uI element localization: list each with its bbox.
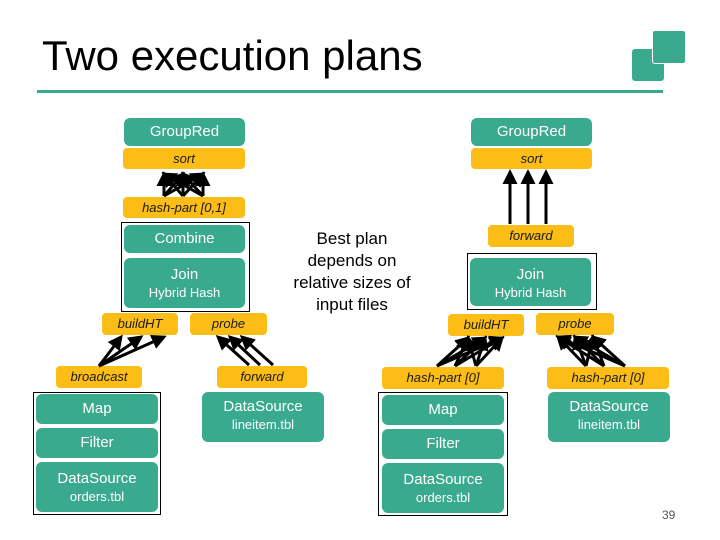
left-map-node: Map	[36, 394, 158, 424]
left-datasource-lineitem-label: DataSource	[223, 398, 303, 415]
left-sort-arrows	[156, 171, 211, 198]
left-join-node: Join Hybrid Hash	[124, 258, 245, 308]
right-sort-arrows	[502, 169, 554, 224]
right-datasource-lineitem-node: DataSource lineitem.tbl	[548, 392, 670, 442]
right-build-arrows	[435, 335, 505, 368]
right-datasource-lineitem-label: DataSource	[569, 398, 649, 415]
right-join-label: Join	[516, 266, 545, 283]
left-forward-arrows	[215, 334, 275, 367]
right-map-node: Map	[382, 395, 504, 425]
right-buildht-channel: buildHT	[448, 314, 524, 336]
right-filter-node: Filter	[382, 429, 504, 459]
left-broadcast-channel: broadcast	[56, 366, 142, 388]
logo-square-icon	[652, 30, 686, 64]
right-forward-channel: forward	[488, 225, 574, 247]
left-datasource-orders-node: DataSource orders.tbl	[36, 462, 158, 512]
best-plan-note: Best plan depends on relative sizes of i…	[293, 229, 411, 314]
right-datasource-orders-sub: orders.tbl	[415, 490, 471, 505]
left-combine-node: Combine	[124, 225, 245, 253]
title-divider	[37, 90, 663, 93]
left-join-label: Join	[170, 266, 199, 283]
right-join-node: Join Hybrid Hash	[470, 258, 591, 306]
right-datasource-orders-node: DataSource orders.tbl	[382, 463, 504, 513]
left-buildht-channel: buildHT	[102, 313, 178, 335]
left-filter-node: Filter	[36, 428, 158, 458]
right-datasource-lineitem-sub: lineitem.tbl	[577, 417, 641, 432]
right-sort-channel: sort	[471, 148, 592, 169]
left-join-sub: Hybrid Hash	[148, 285, 221, 300]
left-sort-channel: sort	[123, 148, 245, 169]
left-hash-part-channel: hash-part [0,1]	[123, 197, 245, 218]
left-broadcast-arrows	[97, 334, 167, 368]
left-groupred-node: GroupRed	[124, 118, 245, 146]
slide-title: Two execution plans	[42, 32, 423, 79]
right-join-sub: Hybrid Hash	[494, 285, 567, 300]
left-datasource-orders-sub: orders.tbl	[69, 489, 125, 504]
right-datasource-orders-label: DataSource	[403, 471, 483, 488]
right-probe-channel: probe	[536, 313, 614, 335]
right-hash-part-build-channel: hash-part [0]	[382, 367, 504, 389]
left-datasource-orders-label: DataSource	[57, 470, 137, 487]
left-datasource-lineitem-sub: lineitem.tbl	[231, 417, 295, 432]
right-hash-part-probe-channel: hash-part [0]	[547, 367, 669, 389]
left-probe-channel: probe	[190, 313, 267, 335]
right-groupred-node: GroupRed	[471, 118, 592, 146]
left-datasource-lineitem-node: DataSource lineitem.tbl	[202, 392, 324, 442]
page-number: 39	[662, 508, 676, 522]
left-forward-channel: forward	[217, 366, 307, 388]
right-probe-arrows	[555, 334, 627, 368]
